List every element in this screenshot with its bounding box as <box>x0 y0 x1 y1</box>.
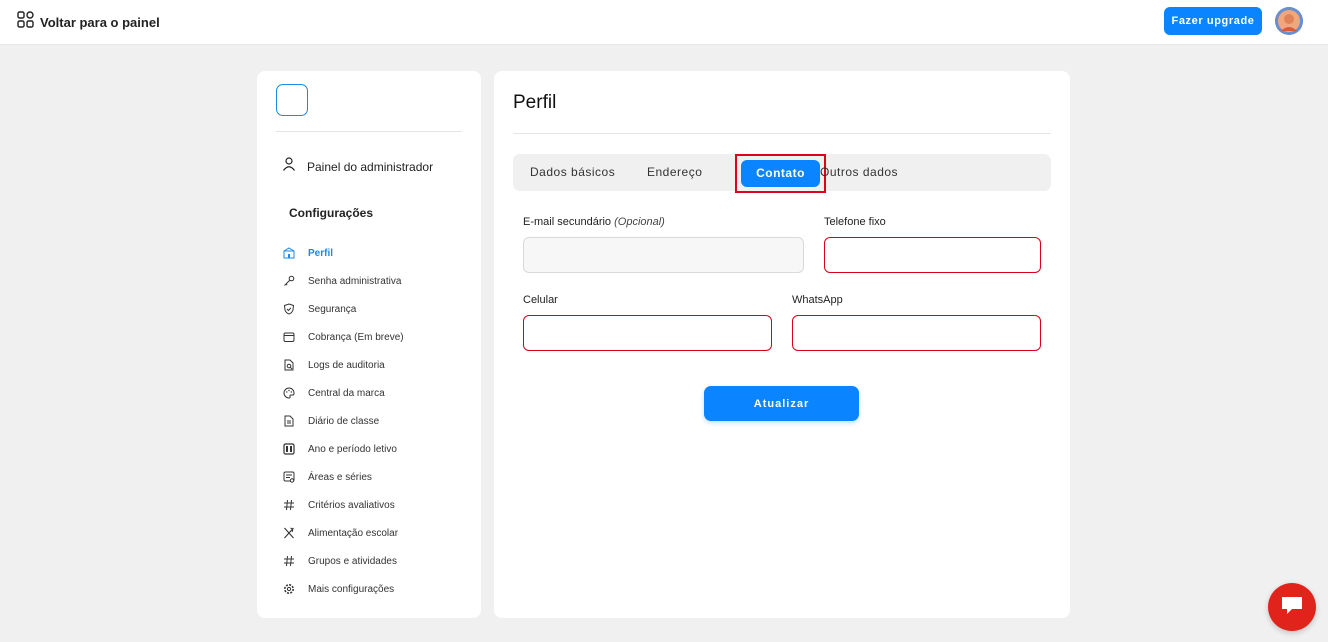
key-icon <box>283 275 295 287</box>
sidebar-item-central-marca[interactable]: Central da marca <box>283 379 404 407</box>
update-button[interactable]: Atualizar <box>704 386 859 421</box>
user-icon <box>282 157 296 176</box>
sidebar-item-label: Perfil <box>308 247 334 259</box>
secondary-email-label: E-mail secundário (Opcional) <box>523 216 665 228</box>
tab-dados-basicos[interactable]: Dados básicos <box>530 154 615 191</box>
sidebar-item-perfil[interactable]: Perfil <box>283 239 404 267</box>
sidebar-item-seguranca[interactable]: Segurança <box>283 295 404 323</box>
admin-panel-link[interactable]: Painel do administrador <box>282 157 433 176</box>
sidebar-item-areas-series[interactable]: Áreas e séries <box>283 463 404 491</box>
sidebar-item-mais-configuracoes[interactable]: Mais configurações <box>283 575 404 603</box>
sidebar-item-label: Áreas e séries <box>308 471 372 483</box>
sidebar-item-grupos-atividades[interactable]: Grupos e atividades <box>283 547 404 575</box>
tab-contato[interactable]: Contato <box>741 160 820 187</box>
chat-widget-button[interactable] <box>1268 583 1316 631</box>
whatsapp-label: WhatsApp <box>792 294 843 306</box>
back-link-label: Voltar para o painel <box>40 14 160 30</box>
sidebar-item-label: Mais configurações <box>308 583 395 595</box>
landline-input[interactable] <box>824 237 1041 273</box>
profile-panel: Perfil Dados básicos Endereço Contato Ou… <box>494 71 1070 618</box>
list-icon <box>283 471 295 483</box>
sidebar-item-label: Diário de classe <box>308 415 380 427</box>
title-divider <box>513 133 1051 134</box>
settings-section-title: Configurações <box>289 206 374 220</box>
mobile-input[interactable] <box>523 315 772 351</box>
sidebar-item-label: Critérios avaliativos <box>308 499 395 511</box>
gear-icon <box>283 583 295 595</box>
utensils-icon <box>283 527 295 539</box>
wallet-icon <box>283 331 295 343</box>
upgrade-button[interactable]: Fazer upgrade <box>1164 7 1262 35</box>
shield-icon <box>283 303 295 315</box>
sidebar-item-label: Senha administrativa <box>308 275 402 287</box>
file-search-icon <box>283 359 295 371</box>
palette-icon <box>283 387 295 399</box>
hash-icon <box>283 555 295 567</box>
profile-tabs: Dados básicos Endereço Contato Outros da… <box>513 154 1051 193</box>
top-bar: Voltar para o painel Fazer upgrade <box>0 0 1328 45</box>
back-to-dashboard-link[interactable]: Voltar para o painel <box>17 11 160 33</box>
grid-icon <box>17 11 34 33</box>
sidebar-item-label: Segurança <box>308 303 357 315</box>
document-icon <box>283 415 295 427</box>
calendar-icon <box>283 443 295 455</box>
admin-panel-label: Painel do administrador <box>307 159 434 174</box>
chat-icon <box>1280 594 1304 621</box>
sidebar-item-alimentacao-escolar[interactable]: Alimentação escolar <box>283 519 404 547</box>
secondary-email-input[interactable] <box>523 237 804 273</box>
avatar[interactable] <box>1275 7 1303 35</box>
active-tab-highlight: Contato <box>735 154 826 193</box>
sidebar-item-label: Grupos e atividades <box>308 555 397 567</box>
landline-label: Telefone fixo <box>824 216 886 228</box>
secondary-email-label-text: E-mail secundário <box>523 216 612 228</box>
sidebar-divider <box>276 131 462 132</box>
sidebar-item-senha-administrativa[interactable]: Senha administrativa <box>283 267 404 295</box>
sidebar-item-label: Alimentação escolar <box>308 527 399 539</box>
school-icon <box>283 247 295 259</box>
tab-endereco[interactable]: Endereço <box>647 154 702 191</box>
sidebar-item-ano-periodo-letivo[interactable]: Ano e período letivo <box>283 435 404 463</box>
page-title: Perfil <box>513 92 557 113</box>
sidebar-item-diario-classe[interactable]: Diário de classe <box>283 407 404 435</box>
settings-menu: Perfil Senha administrativa Segurança Co… <box>283 239 404 603</box>
school-logo-placeholder[interactable] <box>276 84 308 116</box>
sidebar-item-label: Central da marca <box>308 387 385 399</box>
sidebar-item-criterios-avaliativos[interactable]: Critérios avaliativos <box>283 491 404 519</box>
hash-icon <box>283 499 295 511</box>
mobile-label: Celular <box>523 294 558 306</box>
whatsapp-input[interactable] <box>792 315 1041 351</box>
sidebar-item-label: Ano e período letivo <box>308 443 397 455</box>
sidebar-item-cobranca[interactable]: Cobrança (Em breve) <box>283 323 404 351</box>
sidebar-item-logs-auditoria[interactable]: Logs de auditoria <box>283 351 404 379</box>
tab-outros-dados[interactable]: Outros dados <box>820 154 898 191</box>
settings-sidebar: Painel do administrador Configurações Pe… <box>257 71 481 618</box>
optional-hint: (Opcional) <box>614 216 665 228</box>
sidebar-item-label: Cobrança (Em breve) <box>308 331 404 343</box>
sidebar-item-label: Logs de auditoria <box>308 359 385 371</box>
